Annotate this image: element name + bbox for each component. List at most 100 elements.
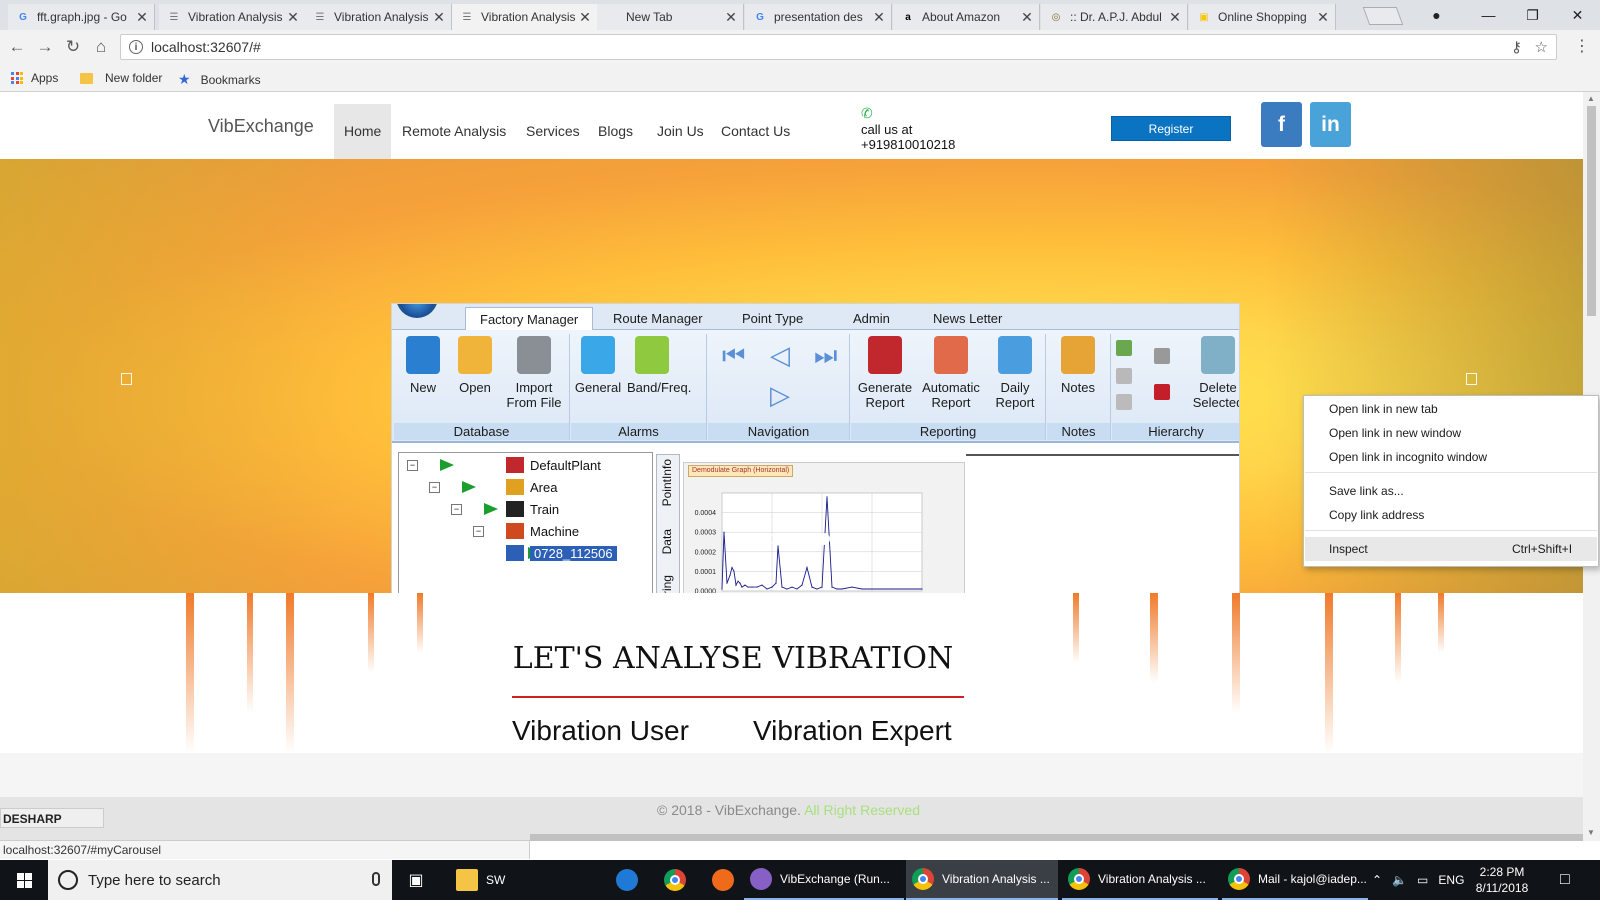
- chrome-menu-icon[interactable]: ⋮: [1574, 36, 1590, 56]
- microphone-icon[interactable]: [372, 872, 380, 886]
- close-tab-icon[interactable]: ✕: [1019, 9, 1035, 26]
- volume-icon[interactable]: 🔈: [1392, 873, 1407, 887]
- browser-tab[interactable]: ◎:: Dr. A.P.J. Abdul ✕: [1041, 4, 1188, 30]
- ctx-open-new-tab[interactable]: Open link in new tab: [1329, 402, 1438, 416]
- tree-collapse-icon[interactable]: −: [451, 503, 462, 515]
- taskbar-app[interactable]: Vibration Analysis ...: [1062, 860, 1218, 900]
- tree-node[interactable]: − Machine: [399, 521, 579, 541]
- browser-tab[interactable]: a About Amazon ✕: [893, 4, 1040, 30]
- new-tab-button[interactable]: [1362, 7, 1404, 25]
- ribbon-delete-selected-button[interactable]: Delete Selected: [1188, 336, 1239, 410]
- notifications-icon[interactable]: □: [1560, 860, 1570, 900]
- close-tab-icon[interactable]: ✕: [431, 9, 447, 26]
- carousel-indicator-dot[interactable]: [770, 533, 782, 545]
- close-tab-icon[interactable]: ✕: [1315, 9, 1331, 26]
- vertical-tab[interactable]: Data: [660, 529, 674, 554]
- vertical-tab[interactable]: PointInfo: [660, 459, 674, 506]
- carousel-indicator-dot[interactable]: [786, 533, 798, 545]
- ctx-copy-link[interactable]: Copy link address: [1329, 508, 1424, 522]
- network-icon[interactable]: ▭: [1417, 873, 1428, 887]
- register-button[interactable]: Register: [1111, 116, 1231, 141]
- nav-remote-analysis[interactable]: Remote Analysis: [392, 104, 516, 159]
- vibration-user-link[interactable]: Vibration User: [512, 715, 689, 747]
- nav-join-us[interactable]: Join Us: [647, 104, 714, 159]
- skip-forward-icon[interactable]: ⏭: [814, 340, 837, 372]
- tree-collapse-icon[interactable]: −: [429, 481, 440, 493]
- carousel-prev-icon[interactable]: [121, 373, 132, 385]
- key-icon[interactable]: ⚷: [1511, 39, 1522, 56]
- scrollbar-thumb[interactable]: [1587, 106, 1596, 316]
- language-indicator[interactable]: ENG: [1438, 873, 1464, 887]
- scroll-up-icon[interactable]: ▲: [1587, 94, 1595, 103]
- play-icon[interactable]: ▷: [770, 380, 790, 411]
- task-view-icon[interactable]: ▣: [402, 860, 430, 900]
- hierarchy-tool-icon[interactable]: [1154, 348, 1170, 364]
- ribbon-import-from-file-button[interactable]: Import From File: [504, 336, 564, 410]
- site-info-icon[interactable]: i: [129, 40, 143, 54]
- close-tab-icon[interactable]: ✕: [723, 9, 739, 26]
- browser-tab[interactable]: ☰ Vibration Analysis ✕: [305, 4, 452, 30]
- minimize-button[interactable]: —: [1466, 0, 1511, 30]
- browser-tab[interactable]: ☰ Vibration Analysis ✕: [451, 4, 598, 30]
- browser-tab[interactable]: New Tab ✕: [597, 4, 744, 30]
- browser-tab[interactable]: ☰ Vibration Analysis ✕: [159, 4, 306, 30]
- facebook-icon[interactable]: f: [1261, 102, 1302, 147]
- bookmark-new-folder[interactable]: New folder: [80, 71, 162, 85]
- hierarchy-delete-icon[interactable]: [1154, 384, 1170, 400]
- skip-back-icon[interactable]: ⏮: [722, 340, 745, 372]
- ribbon-general-button[interactable]: General: [573, 336, 623, 395]
- prev-icon[interactable]: ◁: [770, 340, 790, 371]
- browser-tab[interactable]: Gfft.graph.jpg - Go ✕: [8, 4, 155, 30]
- close-tab-icon[interactable]: ✕: [1167, 9, 1183, 26]
- nav-home[interactable]: Home: [334, 104, 392, 159]
- taskbar-app[interactable]: Vibration Analysis ...: [906, 860, 1058, 900]
- hierarchy-text-icon[interactable]: [1116, 394, 1132, 410]
- nav-services[interactable]: Services: [516, 104, 590, 159]
- start-button[interactable]: [0, 860, 48, 900]
- ctx-inspect[interactable]: Inspect: [1329, 542, 1368, 556]
- taskbar-app[interactable]: VibExchange (Run...: [744, 860, 904, 900]
- carousel-next-icon[interactable]: [1466, 373, 1477, 385]
- tree-node[interactable]: − DefaultPlant: [399, 455, 601, 475]
- carousel-indicator-dot[interactable]: [818, 533, 830, 545]
- browser-tab[interactable]: ▣ Online Shopping ✕: [1189, 4, 1336, 30]
- taskbar-app[interactable]: Mail - kajol@iadep...: [1222, 860, 1368, 900]
- ribbon-new-button[interactable]: New: [398, 336, 448, 395]
- linkedin-icon[interactable]: in: [1310, 102, 1351, 147]
- close-tab-icon[interactable]: ✕: [871, 9, 887, 26]
- ctx-save-link[interactable]: Save link as...: [1329, 484, 1404, 498]
- taskbar-app[interactable]: [706, 860, 738, 900]
- bookmark-star-icon[interactable]: ☆: [1535, 39, 1548, 56]
- ribbon-generate-report-button[interactable]: Generate Report: [855, 336, 915, 410]
- tray-chevron-icon[interactable]: ⌃: [1372, 873, 1382, 887]
- carousel-indicator-dot[interactable]: [802, 533, 814, 545]
- vibration-expert-link[interactable]: Vibration Expert: [753, 715, 952, 747]
- taskbar-search[interactable]: Type here to search: [48, 860, 392, 900]
- tree-collapse-icon[interactable]: −: [407, 459, 418, 471]
- nav-contact-us[interactable]: Contact Us: [711, 104, 800, 159]
- browser-tab[interactable]: Gpresentation des ✕: [745, 4, 892, 30]
- taskbar-clock[interactable]: 2:28 PM 8/11/2018: [1470, 864, 1534, 896]
- ribbon-band-freq-button[interactable]: Band/Freq.: [627, 336, 691, 395]
- ribbon-notes-button[interactable]: Notes: [1053, 336, 1103, 395]
- forward-button[interactable]: →: [34, 36, 56, 58]
- taskbar-app[interactable]: SW: [450, 860, 510, 900]
- nav-blogs[interactable]: Blogs: [588, 104, 643, 159]
- bookmark-apps[interactable]: Apps: [11, 71, 58, 85]
- ribbon-automatic-report-button[interactable]: Automatic Report: [921, 336, 981, 410]
- hierarchy-node-icon[interactable]: [1116, 368, 1132, 384]
- reload-button[interactable]: ↻: [62, 36, 84, 58]
- ctx-open-new-window[interactable]: Open link in new window: [1329, 426, 1461, 440]
- profile-icon[interactable]: ●: [1414, 0, 1459, 30]
- taskbar-app[interactable]: [610, 860, 642, 900]
- close-tab-icon[interactable]: ✕: [134, 9, 150, 26]
- horizontal-scrollbar-thumb[interactable]: [530, 834, 1583, 841]
- close-tab-icon[interactable]: ✕: [577, 9, 593, 26]
- ribbon-open-button[interactable]: Open: [450, 336, 500, 395]
- bookmark-bookmarks[interactable]: ★ Bookmarks: [178, 71, 261, 88]
- carousel-indicator-dot[interactable]: [754, 533, 766, 545]
- site-brand[interactable]: VibExchange: [208, 116, 314, 137]
- tree-node[interactable]: 0728_112506: [399, 543, 617, 563]
- hierarchy-add-icon[interactable]: [1116, 340, 1132, 356]
- tree-node[interactable]: − Train: [399, 499, 559, 519]
